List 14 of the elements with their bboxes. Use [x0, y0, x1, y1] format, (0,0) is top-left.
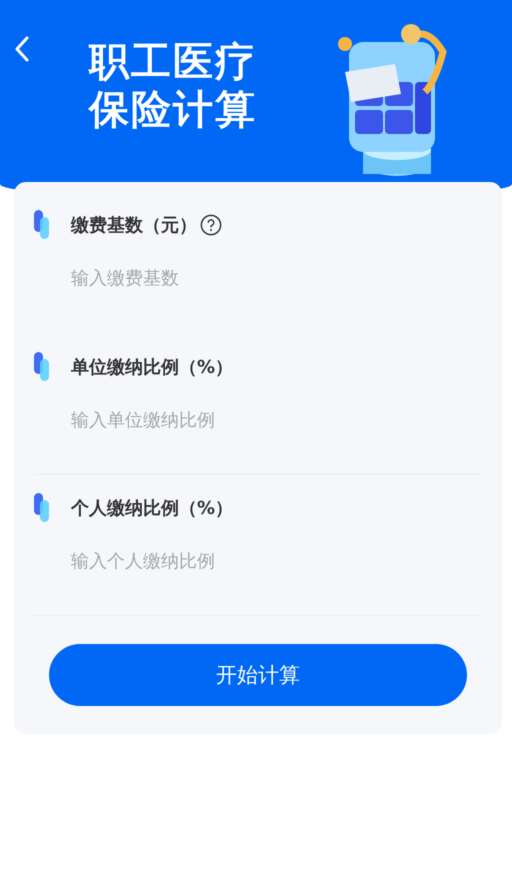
label-marker-icon [34, 352, 50, 382]
calculate-button[interactable]: 开始计算 [49, 644, 467, 706]
input-field[interactable]: 输入缴费基数 [71, 258, 451, 298]
help-icon[interactable] [200, 214, 222, 236]
back-icon[interactable] [15, 36, 29, 62]
page-title: 职工医疗 [89, 38, 257, 86]
field-label: 个人缴纳比例（%） [71, 497, 234, 520]
label-marker-icon [34, 210, 50, 240]
label-marker-icon [34, 493, 50, 523]
input-field[interactable]: 输入单位缴纳比例 [71, 400, 451, 440]
field-label: 缴费基数（元） [71, 214, 197, 237]
field-label: 单位缴纳比例（%） [71, 356, 234, 379]
page-title: 保险计算 [89, 86, 257, 134]
input-field[interactable]: 输入个人缴纳比例 [71, 541, 451, 581]
